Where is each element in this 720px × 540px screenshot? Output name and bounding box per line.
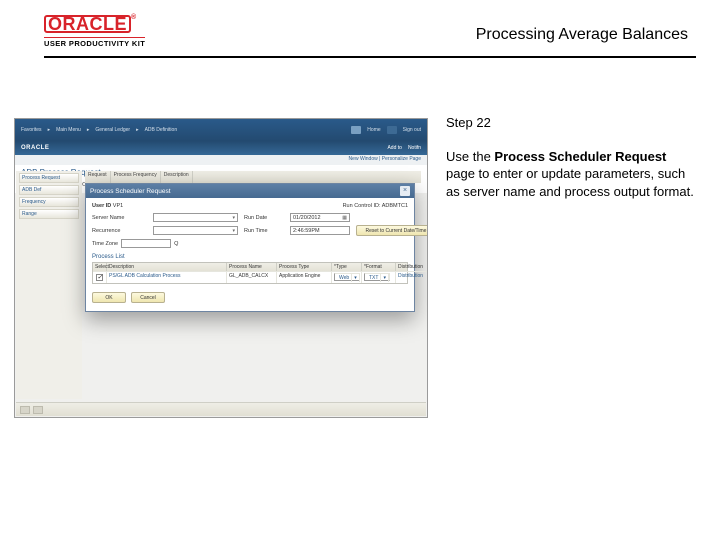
mini-sublinks: New Window | Personalize Page <box>15 155 427 165</box>
subbrand-label: USER PRODUCTIVITY KIT <box>44 37 145 48</box>
page-title: Processing Average Balances <box>476 26 696 44</box>
runtime-field: 2:46:59PM <box>290 226 350 235</box>
flag-icon <box>351 126 361 134</box>
page-header: ORACLE® USER PRODUCTIVITY KIT Processing… <box>44 14 696 58</box>
cancel-button: Cancel <box>131 292 165 303</box>
screenshot-thumbnail: Favorites ▸ Main Menu ▸ General Ledger ▸… <box>14 118 428 418</box>
mini-topbar: Favorites ▸ Main Menu ▸ General Ledger ▸… <box>15 119 427 141</box>
rundate-field: 01/20/2012▦ <box>290 213 350 222</box>
mini-sidebar: Process Request ADB Def Frequency Range <box>16 171 82 399</box>
ok-button: OK <box>92 292 126 303</box>
step-label: Step 22 <box>446 114 696 132</box>
reset-datetime-button: Reset to Current Date/Time <box>356 225 428 236</box>
instruction-text: Use the Process Scheduler Request page t… <box>446 148 696 201</box>
close-icon: × <box>400 186 410 196</box>
table-row: PS/GL ADB Calculation Process GL_ADB_CAL… <box>93 271 407 283</box>
mini-brandbar: ORACLE Add toNotifn <box>15 141 427 155</box>
server-select: ▾ <box>153 213 238 222</box>
process-scheduler-modal: Process Scheduler Request × User ID VP1 … <box>85 183 415 312</box>
process-list-table: Select Description Process Name Process … <box>92 262 408 284</box>
modal-title: Process Scheduler Request <box>90 188 171 195</box>
brand-block: ORACLE® USER PRODUCTIVITY KIT <box>44 14 145 48</box>
mini-gridheader: Request Process Frequency Description <box>85 171 421 183</box>
recurrence-select: ▾ <box>153 226 238 235</box>
timezone-input <box>121 239 171 248</box>
oracle-logo: ORACLE® <box>44 14 145 35</box>
mini-statusbar <box>16 402 426 416</box>
search-icon: Q <box>174 241 178 247</box>
checkbox-icon <box>96 274 103 281</box>
process-list-label: Process List <box>92 254 125 260</box>
instruction-panel: Step 22 Use the Process Scheduler Reques… <box>446 118 696 418</box>
flag-icon <box>387 126 397 134</box>
